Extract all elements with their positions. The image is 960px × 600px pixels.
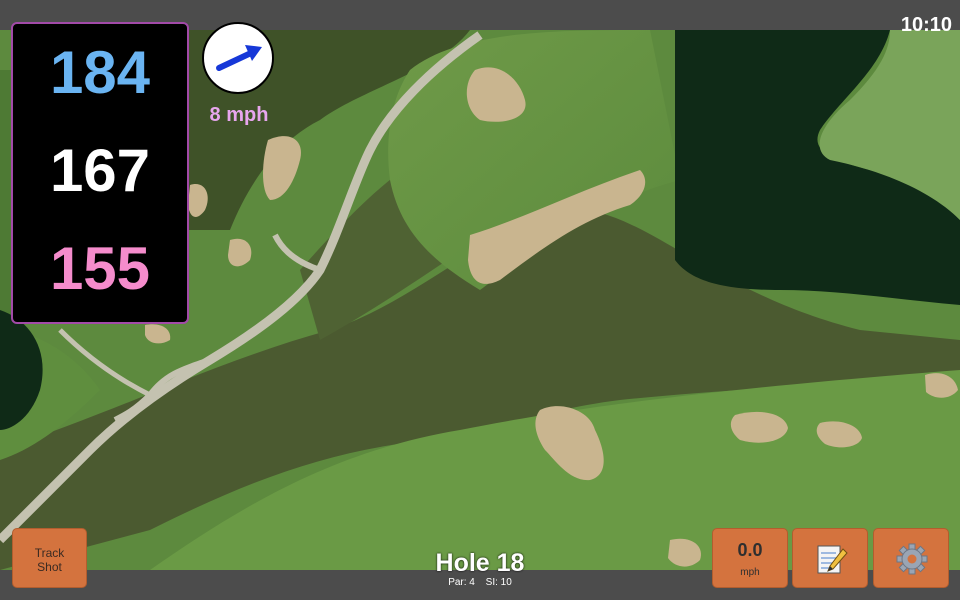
track-shot-label-line1: Track (34, 546, 65, 560)
hole-par: Par: 4 (448, 577, 475, 588)
notes-button[interactable] (792, 528, 868, 588)
speed-button[interactable]: 0.0 mph (712, 528, 788, 588)
track-shot-label-line2: Shot (37, 560, 62, 574)
wind-direction-arrow-icon (216, 45, 262, 71)
speed-unit: mph (740, 567, 760, 578)
track-shot-button[interactable]: Track Shot (12, 528, 87, 588)
settings-button[interactable] (873, 528, 949, 588)
hole-stroke-index: SI: 10 (485, 577, 512, 588)
front-distance: 155 (49, 235, 151, 302)
back-distance: 184 (49, 39, 151, 106)
middle-distance: 167 (49, 137, 151, 204)
speed-value: 0.0 (737, 540, 763, 560)
clock: 10:10 (900, 14, 952, 36)
distance-panel: 184 167 155 (11, 22, 189, 324)
hole-info: Par: 4 SI: 10 (380, 577, 580, 588)
wind-speed-label: 8 mph (209, 104, 269, 126)
gear-icon (896, 543, 928, 575)
wind-indicator (202, 22, 274, 94)
hole-title: Hole 18 (435, 549, 525, 577)
notepad-icon (817, 545, 848, 574)
